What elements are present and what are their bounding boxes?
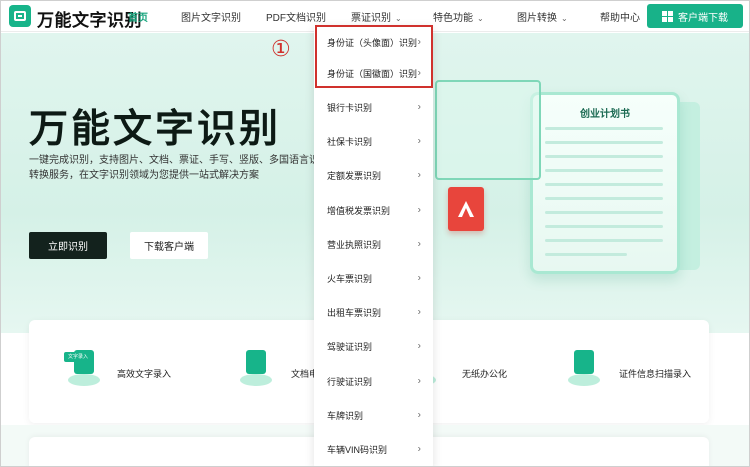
app-logo-icon[interactable] [9,5,31,27]
start-recognition-button[interactable]: 立即识别 [29,232,107,259]
chevron-right-icon: › [417,36,421,48]
id-scan-icon [568,350,600,386]
feature-label-id-scan: 证件信息扫描录入 [619,369,692,379]
doc-title: 创业计划书 [580,109,630,120]
scan-frame-illustration [435,80,541,180]
text-entry-icon: 文字录入 [64,350,100,386]
chevron-right-icon: › [417,409,421,421]
brand-name[interactable]: 万能文字识别 [37,6,142,31]
menu-item-business-license[interactable]: 营业执照识别 › [314,227,433,261]
menu-item-driver-license[interactable]: 驾驶证识别 › [314,329,433,363]
nav-image-text-recognition[interactable]: 图片文字识别 [181,9,241,24]
chevron-right-icon: › [417,375,421,387]
chevron-right-icon: › [417,306,421,318]
menu-item-taxi-receipt[interactable]: 出租车票识别 › [314,295,433,329]
hero-title: 万能文字识别 [29,108,282,151]
ticket-recognition-dropdown: 身份证（头像面）识别 › 身份证（国徽面）识别 › 银行卡识别 › 社保卡识别 › 定额… [314,25,433,467]
chevron-right-icon: › [417,238,421,250]
business-plan-document-illustration: 创业计划书 [530,92,680,274]
nav-ticket-recognition[interactable]: 票证识别 ⌄ [351,9,402,24]
chevron-right-icon: › [417,135,421,147]
chevron-right-icon: › [417,272,421,284]
annotation-marker: ① [271,37,291,62]
windows-icon [662,10,673,22]
menu-item-license-plate[interactable]: 车牌识别 › [314,398,433,432]
chevron-right-icon: › [417,340,421,352]
chevron-down-icon: ⌄ [561,14,568,23]
document-icon [240,350,272,386]
nav-image-convert[interactable]: 图片转换 ⌄ [517,9,568,24]
chevron-right-icon: › [417,169,421,181]
chevron-right-icon: › [417,67,421,79]
menu-item-id-front[interactable]: 身份证（头像面）识别 › [314,25,433,59]
chevron-down-icon: ⌄ [477,14,484,23]
chevron-right-icon: › [417,101,421,113]
menu-item-train-ticket[interactable]: 火车票识别 › [314,261,433,295]
menu-item-vin-code[interactable]: 车辆VIN码识别 › [314,432,433,466]
chevron-right-icon: › [417,443,421,455]
menu-item-bank-card[interactable]: 银行卡识别 › [314,90,433,124]
client-download-button[interactable]: 客户端下载 [647,4,743,28]
menu-item-vehicle-license[interactable]: 行驶证识别 › [314,364,433,398]
feature-label-paperless: 无纸办公化 [462,369,508,379]
chevron-right-icon: › [417,204,421,216]
menu-item-fixed-invoice[interactable]: 定额发票识别 › [314,158,433,192]
nav-special-features[interactable]: 特色功能 ⌄ [433,9,484,24]
nav-home[interactable]: 首页 [128,9,148,24]
chevron-down-icon: ⌄ [395,14,402,23]
pdf-icon [448,187,484,231]
menu-item-id-back[interactable]: 身份证（国徽面）识别 › [314,56,433,90]
menu-item-social-security-card[interactable]: 社保卡识别 › [314,124,433,158]
hero-description: 一键完成识别，支持图片、文档、票证、手写、竖版、多国语言识别转换服务，在文字识别… [29,155,329,181]
download-client-button[interactable]: 下载客户端 [130,232,208,259]
nav-help-center[interactable]: 帮助中心 [600,9,640,24]
nav-pdf-recognition[interactable]: PDF文档识别 [266,9,326,24]
menu-item-vat-invoice[interactable]: 增值税发票识别 › [314,193,433,227]
feature-label-text-entry: 高效文字录入 [117,369,172,379]
